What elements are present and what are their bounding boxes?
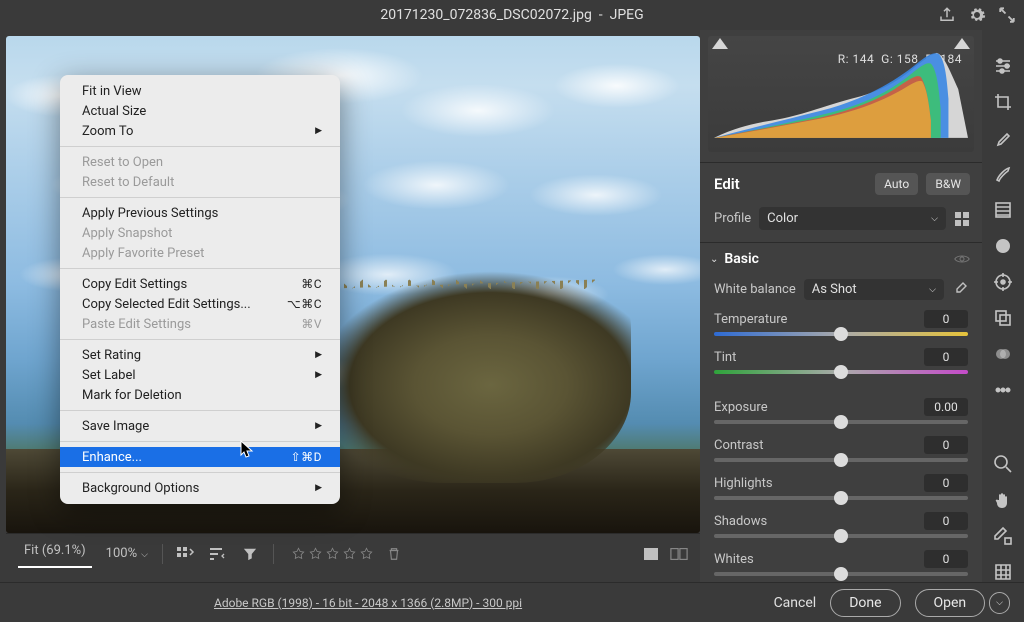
cm-background-options[interactable]: Background Options bbox=[60, 478, 340, 498]
fit-button[interactable]: Fit (69.1%) bbox=[18, 539, 92, 568]
cm-enhance[interactable]: Enhance...⇧⌘D bbox=[60, 447, 340, 467]
bw-button[interactable]: B&W bbox=[926, 173, 970, 195]
title-bar: 20171230_072836_DSC02072.jpg - JPEG bbox=[0, 0, 1024, 30]
fullscreen-icon[interactable] bbox=[998, 6, 1016, 24]
tool-rail bbox=[982, 30, 1024, 582]
cm-reset-default: Reset to Default bbox=[60, 172, 340, 192]
shadows-slider[interactable]: Shadows0 bbox=[714, 512, 968, 538]
cm-set-rating[interactable]: Set Rating bbox=[60, 345, 340, 365]
cancel-button[interactable]: Cancel bbox=[774, 595, 817, 611]
window-title: 20171230_072836_DSC02072.jpg - JPEG bbox=[380, 7, 643, 23]
edit-panel: R: 144 G: 158 B: 184 Edit Auto B&W Profi… bbox=[700, 30, 982, 582]
cm-zoom-to[interactable]: Zoom To bbox=[60, 121, 340, 141]
gear-icon[interactable] bbox=[968, 6, 986, 24]
temperature-slider[interactable]: Temperature0 bbox=[714, 310, 968, 336]
cm-mark-deletion[interactable]: Mark for Deletion bbox=[60, 385, 340, 405]
radial-icon[interactable] bbox=[993, 236, 1013, 256]
profile-select[interactable]: Color⌵ bbox=[759, 207, 946, 230]
cm-set-label[interactable]: Set Label bbox=[60, 365, 340, 385]
cm-paste-edit: Paste Edit Settings⌘V bbox=[60, 314, 340, 334]
more-icon[interactable] bbox=[993, 380, 1013, 400]
cm-apply-favorite: Apply Favorite Preset bbox=[60, 243, 340, 263]
profile-label: Profile bbox=[714, 211, 751, 226]
open-menu-icon[interactable]: ⌵ bbox=[989, 592, 1010, 614]
basic-section-title[interactable]: Basic bbox=[724, 251, 948, 267]
target-icon[interactable] bbox=[993, 272, 1013, 292]
open-button[interactable]: Open bbox=[915, 589, 986, 617]
crop-icon[interactable] bbox=[993, 92, 1013, 112]
whites-slider[interactable]: Whites0 bbox=[714, 550, 968, 576]
visibility-icon[interactable] bbox=[954, 253, 970, 265]
histogram[interactable]: R: 144 G: 158 B: 184 bbox=[708, 36, 974, 152]
cm-copy-selected-edit[interactable]: Copy Selected Edit Settings...⌥⌘C bbox=[60, 294, 340, 314]
heal-icon[interactable] bbox=[993, 128, 1013, 148]
zoom-value[interactable]: 100%⌵ bbox=[106, 546, 148, 561]
color-sample-icon[interactable] bbox=[993, 526, 1013, 546]
compare-view-icon[interactable] bbox=[670, 547, 688, 561]
tint-slider[interactable]: Tint0 bbox=[714, 348, 968, 374]
cm-save-image[interactable]: Save Image bbox=[60, 416, 340, 436]
cm-apply-previous[interactable]: Apply Previous Settings bbox=[60, 203, 340, 223]
edit-title: Edit bbox=[714, 175, 740, 193]
hand-icon[interactable] bbox=[993, 490, 1013, 510]
auto-button[interactable]: Auto bbox=[875, 173, 918, 195]
sliders-icon[interactable] bbox=[993, 56, 1013, 76]
highlights-slider[interactable]: Highlights0 bbox=[714, 474, 968, 500]
context-menu: Fit in View Actual Size Zoom To Reset to… bbox=[60, 75, 340, 504]
contrast-slider[interactable]: Contrast0 bbox=[714, 436, 968, 462]
chevron-down-icon[interactable]: ⌄ bbox=[710, 254, 718, 265]
trash-icon[interactable] bbox=[387, 547, 401, 561]
sort-icon[interactable] bbox=[209, 547, 227, 561]
color-mix-icon[interactable] bbox=[993, 344, 1013, 364]
export-icon[interactable] bbox=[938, 6, 956, 24]
highlight-clip-icon[interactable] bbox=[954, 38, 970, 49]
grid-view-icon[interactable] bbox=[177, 547, 195, 561]
cm-apply-snapshot: Apply Snapshot bbox=[60, 223, 340, 243]
profile-browser-icon[interactable] bbox=[954, 211, 970, 227]
white-balance-label: White balance bbox=[714, 282, 796, 297]
cm-actual-size[interactable]: Actual Size bbox=[60, 101, 340, 121]
filter-icon[interactable] bbox=[241, 547, 259, 561]
single-view-icon[interactable] bbox=[642, 547, 660, 561]
layers-icon[interactable] bbox=[993, 308, 1013, 328]
file-info[interactable]: Adobe RGB (1998) - 16 bit - 2048 x 1366 … bbox=[214, 596, 522, 610]
exposure-slider[interactable]: Exposure0.00 bbox=[714, 398, 968, 424]
zoom-icon[interactable] bbox=[993, 454, 1013, 474]
brush-icon[interactable] bbox=[993, 164, 1013, 184]
cm-copy-edit[interactable]: Copy Edit Settings⌘C bbox=[60, 274, 340, 294]
eyedropper-icon[interactable] bbox=[952, 282, 968, 298]
cm-fit-in-view[interactable]: Fit in View bbox=[60, 81, 340, 101]
grid-icon[interactable] bbox=[993, 562, 1013, 582]
gradient-icon[interactable] bbox=[993, 200, 1013, 220]
footer: Adobe RGB (1998) - 16 bit - 2048 x 1366 … bbox=[0, 582, 1024, 622]
shadow-clip-icon[interactable] bbox=[712, 38, 728, 49]
done-button[interactable]: Done bbox=[830, 589, 900, 617]
preview-area: Fit in View Actual Size Zoom To Reset to… bbox=[0, 30, 700, 582]
bottom-toolbar: Fit (69.1%) 100%⌵ bbox=[6, 533, 700, 573]
cm-reset-open: Reset to Open bbox=[60, 152, 340, 172]
star-rating[interactable] bbox=[292, 547, 373, 560]
white-balance-select[interactable]: As Shot⌵ bbox=[804, 279, 944, 300]
